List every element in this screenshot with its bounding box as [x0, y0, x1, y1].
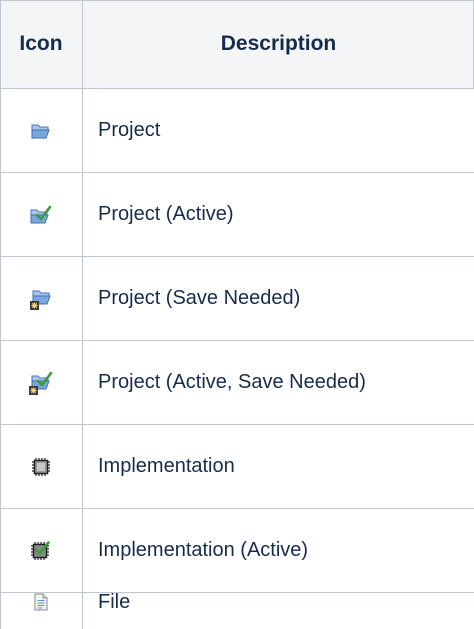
row-divider	[0, 88, 474, 89]
folder-open-active-icon	[29, 204, 53, 226]
header-icon: Icon	[19, 32, 63, 55]
table-row: Project	[0, 89, 474, 172]
row-divider	[0, 424, 474, 425]
table-row: Project (Save Needed)	[0, 257, 474, 340]
table-row: Implementation	[0, 425, 474, 508]
folder-open-save-needed-icon	[29, 287, 53, 311]
row-label: Project	[98, 119, 161, 141]
table-row: File	[0, 590, 474, 629]
folder-open-active-save-needed-icon	[28, 370, 54, 396]
folder-open-icon	[30, 121, 52, 141]
table-row: Project (Active)	[0, 173, 474, 256]
table-header: Icon Description	[0, 0, 474, 88]
table-border-left	[0, 0, 1, 629]
chip-active-icon	[30, 540, 52, 562]
file-icon	[33, 593, 49, 611]
table-row: Implementation (Active)	[0, 509, 474, 592]
row-divider	[0, 172, 474, 173]
row-divider	[0, 340, 474, 341]
header-description: Description	[220, 32, 337, 55]
table-border-top	[0, 0, 474, 1]
row-label: Implementation (Active)	[98, 539, 309, 561]
row-divider	[0, 256, 474, 257]
row-divider	[0, 592, 474, 593]
row-label: Implementation	[98, 455, 235, 477]
icon-table: Icon Description Project Project (Active…	[0, 0, 474, 629]
column-divider	[82, 0, 83, 629]
row-label: Project (Save Needed)	[98, 287, 301, 309]
row-label: File	[98, 590, 131, 613]
table-row: Project (Active, Save Needed)	[0, 341, 474, 424]
chip-icon	[31, 457, 51, 477]
row-label: Project (Active)	[98, 203, 234, 225]
row-label: Project (Active, Save Needed)	[98, 371, 366, 393]
row-divider	[0, 508, 474, 509]
